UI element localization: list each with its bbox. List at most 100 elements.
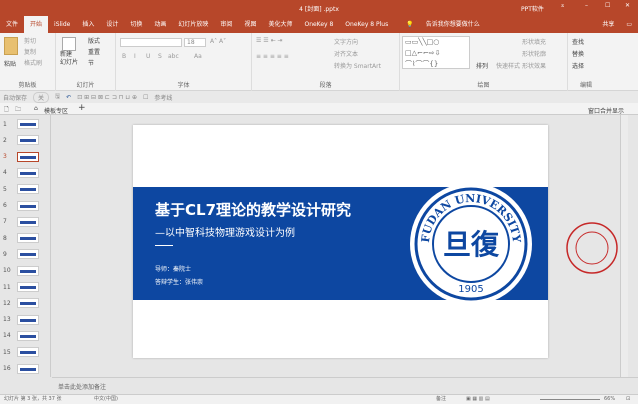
bullets-button[interactable]: ☰ ☰ ⇤ ⇥ — [256, 37, 283, 44]
tab-onekey8[interactable]: OneKey 8 — [298, 16, 339, 33]
app-label: PPT软件 — [521, 6, 544, 13]
comment-icon[interactable]: ▭ — [620, 16, 638, 33]
copy-button[interactable]: 复制 — [24, 47, 36, 56]
undo-icon[interactable]: ↶ — [66, 94, 71, 101]
ribbon-display-icon[interactable]: ⌅ — [560, 2, 565, 9]
save-icon[interactable]: 🖫 — [55, 92, 60, 102]
font-group: 18 A˄ A˅ B I U S abc Aa 字体 — [116, 33, 252, 91]
slide-thumbnail[interactable]: 7 — [3, 216, 39, 227]
paste-icon[interactable] — [4, 37, 18, 55]
close-button[interactable]: ✕ — [625, 2, 630, 9]
tab-slideshow[interactable]: 幻灯片放映 — [172, 16, 214, 33]
vertical-scrollbar[interactable] — [620, 115, 628, 377]
tab-view[interactable]: 视图 — [238, 16, 262, 33]
tab-review[interactable]: 审阅 — [214, 16, 238, 33]
shapes-gallery[interactable]: ▭▭╲╲□○ □△⌐⌐⇨⇩ ⌒⌇⌒⌒{} — [402, 36, 470, 69]
thumbnail-image — [17, 330, 39, 341]
fit-slide-icon[interactable]: ⊡ — [626, 395, 630, 404]
slide-thumbnail[interactable]: 9 — [3, 249, 39, 260]
slide-thumbnail[interactable]: 16 — [3, 363, 39, 374]
strikethrough-button[interactable]: abc — [168, 53, 179, 60]
slide-thumbnail[interactable]: 10 — [3, 265, 39, 276]
tab-insert[interactable]: 插入 — [76, 16, 100, 33]
add-tab-button[interactable]: + — [78, 103, 86, 113]
new-slide-icon[interactable] — [62, 37, 76, 51]
bold-button[interactable]: B — [122, 53, 126, 60]
select-button[interactable]: 选择 — [572, 61, 584, 70]
shadow-button[interactable]: S — [158, 53, 162, 60]
tab-home[interactable]: 开始 — [24, 16, 49, 33]
quick-styles-button[interactable]: 快速样式 — [496, 61, 520, 70]
tell-me-search[interactable]: 💡 告诉我你想要做什么 — [394, 16, 492, 33]
smartart-button[interactable]: 转换为 SmartArt — [334, 61, 381, 70]
slide-thumbnail[interactable]: 12 — [3, 298, 39, 309]
guides-checkbox[interactable]: ☐ — [143, 94, 148, 101]
slide-thumbnail[interactable]: 5 — [3, 184, 39, 195]
merge-windows-button[interactable]: 窗口合并显示 — [588, 106, 624, 115]
new-doc-icon[interactable]: 🗋 — [4, 105, 9, 115]
minimize-button[interactable]: – — [585, 2, 588, 9]
tab-islide[interactable]: iSlide — [48, 16, 76, 33]
clipboard-group: 粘贴 剪切 复制 格式刷 剪贴板 — [0, 33, 56, 91]
zoom-level: 66% — [604, 396, 616, 402]
share-button[interactable]: 共享 — [596, 16, 620, 33]
grow-font-button[interactable]: A˄ A˅ — [210, 38, 226, 45]
tab-transitions[interactable]: 切换 — [124, 16, 148, 33]
home-icon[interactable]: ⌂ — [34, 105, 38, 112]
shape-effects-button[interactable]: 形状效果 — [522, 61, 546, 70]
align-text-button[interactable]: 对齐文本 — [334, 49, 358, 58]
slide-thumbnail[interactable]: 8 — [3, 233, 39, 244]
open-folder-icon[interactable]: 🗀 — [15, 105, 21, 115]
thumbnail-number: 6 — [3, 202, 7, 209]
notes-pane[interactable]: 单击此处添加备注 — [52, 377, 638, 394]
cut-button[interactable]: 剪切 — [24, 36, 36, 45]
layout-button[interactable]: 版式 — [88, 36, 100, 45]
slide-thumbnail[interactable]: 15 — [3, 347, 39, 358]
slide-thumbnail[interactable]: 6 — [3, 200, 39, 211]
tab-file[interactable]: 文件 — [0, 16, 24, 33]
find-button[interactable]: 查找 — [572, 37, 584, 46]
slide-thumbnail[interactable]: 11 — [3, 282, 39, 292]
change-case-button[interactable]: Aa — [194, 53, 202, 60]
drawing-group: ▭▭╲╲□○ □△⌐⌐⇨⇩ ⌒⌇⌒⌒{} 排列 快速样式 形状填充 形状轮廓 形状效… — [400, 33, 568, 91]
italic-button[interactable]: I — [134, 53, 136, 60]
thumbnail-image — [17, 314, 39, 325]
zoom-slider[interactable] — [540, 399, 600, 400]
slide-thumbnail[interactable]: 1 — [3, 119, 39, 129]
slide-thumbnail[interactable]: 2 — [3, 135, 39, 146]
align-buttons[interactable]: ≡ ≡ ≡ ≡ ≡ — [256, 53, 289, 60]
new-slide-button[interactable]: 新建 幻灯片 — [60, 51, 78, 67]
section-button[interactable]: 节 — [88, 58, 94, 67]
template-zone-tab[interactable]: 模板专区 — [44, 106, 68, 115]
slide-thumbnail[interactable]: 14 — [3, 330, 39, 341]
tab-design[interactable]: 设计 — [100, 16, 124, 33]
maximize-button[interactable]: ☐ — [605, 2, 610, 9]
reset-button[interactable]: 重置 — [88, 47, 100, 56]
slide-thumbnail[interactable]: 3 — [3, 151, 39, 162]
format-painter-button[interactable]: 格式刷 — [24, 58, 42, 67]
tab-onekey8plus[interactable]: OneKey 8 Plus — [339, 16, 394, 33]
slide-thumbnail[interactable]: 4 — [3, 167, 39, 178]
clipboard-label: 剪贴板 — [18, 82, 37, 89]
replace-button[interactable]: 替换 — [572, 49, 584, 58]
arrange-button[interactable]: 排列 — [476, 61, 488, 70]
slide-thumbnail[interactable]: 13 — [3, 314, 39, 325]
tab-animations[interactable]: 动画 — [148, 16, 172, 33]
slide[interactable]: 基于CL7理论的教学设计研究 —以中智科技物理游戏设计为例 导师：秦院士 答辩学… — [133, 125, 548, 358]
font-size-input[interactable]: 18 — [184, 38, 206, 47]
paste-button[interactable]: 粘贴 — [4, 59, 16, 68]
shape-outline-button[interactable]: 形状轮廓 — [522, 49, 546, 58]
tab-beautify[interactable]: 美化大师 — [262, 16, 298, 33]
shape-fill-button[interactable]: 形状填充 — [522, 37, 546, 46]
toolbar-icons[interactable]: ⊡ ⊞ ⊟ ⊠ ⊏ ⊐ ⊓ ⊔ ⊕ — [77, 94, 137, 101]
view-buttons[interactable]: ▣ ▦ ▥ ▤ — [466, 395, 490, 404]
quick-access-toolbar: 自动保存 关 🖫 ↶ ⊡ ⊞ ⊟ ⊠ ⊏ ⊐ ⊓ ⊔ ⊕ ☐ 参考线 — [0, 91, 638, 103]
autosave-toggle[interactable]: 关 — [33, 91, 50, 103]
paragraph-label: 段落 — [319, 82, 332, 89]
notes-button[interactable]: 备注 — [436, 395, 446, 404]
font-name-input[interactable] — [120, 38, 182, 47]
text-direction-button[interactable]: 文字方向 — [334, 37, 358, 46]
language[interactable]: 中文(中国) — [94, 395, 118, 404]
underline-button[interactable]: U — [146, 53, 150, 60]
drawing-label: 绘图 — [477, 82, 490, 89]
